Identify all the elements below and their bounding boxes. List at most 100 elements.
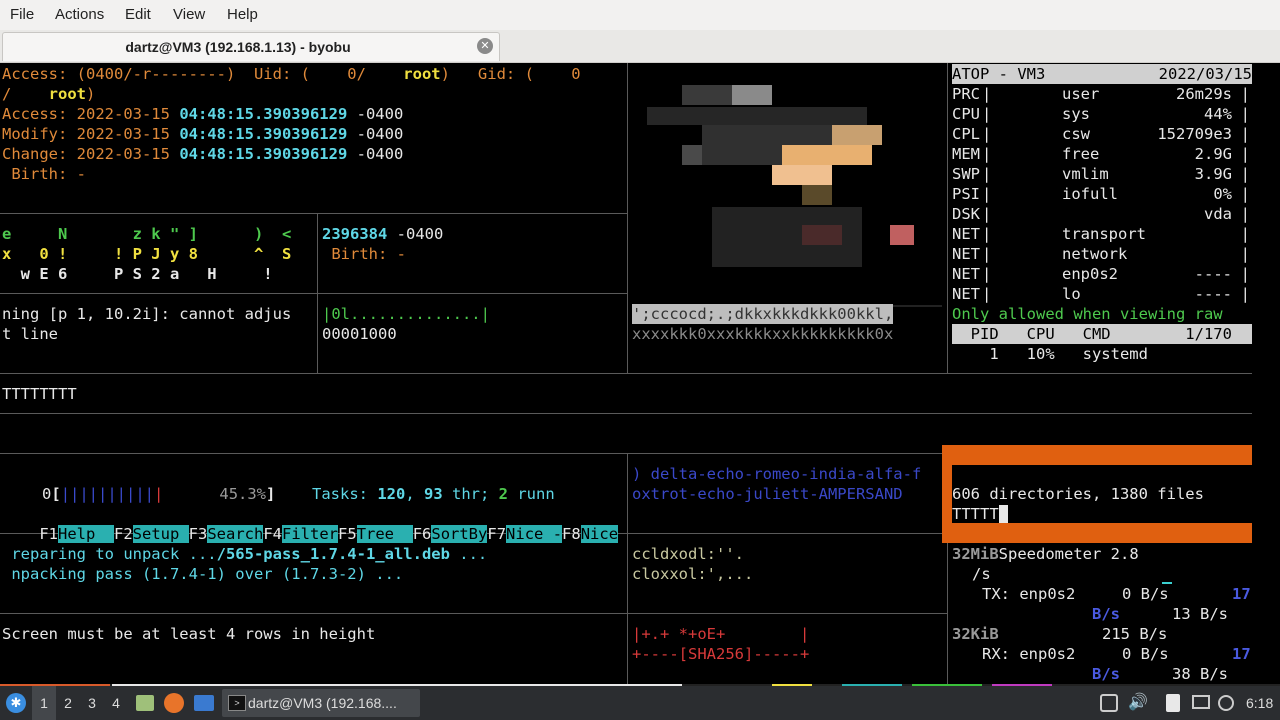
taskbar-window-title: dartz@VM3 (192.168.... [248, 695, 397, 711]
terminal-tab[interactable]: dartz@VM3 (192.168.1.13) - byobu ✕ [2, 32, 500, 61]
menu-view[interactable]: View [173, 6, 205, 23]
atop-row-key: PSI [952, 185, 980, 203]
atop-row-value: vda [1204, 205, 1232, 223]
stat-access-line: Access: 2022-03-15 04:48:15.390396129 -0… [2, 105, 404, 123]
start-menu-icon[interactable]: ✱ [6, 693, 26, 713]
network-icon[interactable] [1100, 694, 1118, 712]
pane-divider [0, 613, 948, 614]
speedometer-header: 32MiBSpeedometer 2.8 [952, 545, 1139, 563]
speed-rx-peak-unit: B/s [1092, 665, 1120, 683]
stat-access-perm: Access: (0400/-r--------) Uid: ( 0/ root… [2, 65, 581, 83]
atop-row-label: lo [1062, 285, 1081, 303]
error-line-2: t line [2, 325, 58, 343]
phonetic-line-1: ) delta-echo-romeo-india-alfa-f [632, 465, 922, 483]
clipboard-icon[interactable] [1166, 694, 1180, 712]
terminal-icon: > [228, 695, 246, 711]
atop-row-key: PRC [952, 85, 980, 103]
fkey-f3[interactable]: F3Search [189, 525, 264, 543]
display-icon[interactable] [1192, 695, 1210, 709]
atop-row-key: NET [952, 265, 980, 283]
firefox-icon[interactable] [164, 693, 184, 713]
htop-tasks: Tasks: 120, 93 thr; 2 runn [312, 485, 555, 503]
atop-row-key: MEM [952, 145, 980, 163]
fkey-f4[interactable]: F4Filter [263, 525, 339, 543]
atop-row-value: 26m29s [1176, 85, 1232, 103]
menubar: File Actions Edit View Help [0, 0, 1280, 31]
fkey-f8[interactable]: F8Nice [562, 525, 619, 543]
atop-row-value: 44% [1204, 105, 1232, 123]
menu-help[interactable]: Help [227, 6, 258, 23]
pane-divider [0, 453, 942, 454]
ascii-art-image [632, 85, 942, 307]
atop-row-label: network [1062, 245, 1128, 263]
menu-actions[interactable]: Actions [55, 6, 104, 23]
stat2-time-line: 2396384 -0400 [322, 225, 444, 243]
hexdump-line-2: 00001000 [322, 325, 397, 343]
atop-row-label: vmlim [1062, 165, 1109, 183]
fkey-f6[interactable]: F6SortBy [413, 525, 488, 543]
tree-summary: 606 directories, 1380 files [952, 485, 1204, 503]
glyph-line-3: w E 6 P S 2 a H ! [2, 265, 273, 283]
pane-divider [627, 453, 628, 685]
menu-edit[interactable]: Edit [125, 6, 151, 23]
workspace-1[interactable]: 1 [34, 695, 54, 711]
file-manager-icon[interactable] [136, 695, 154, 711]
speed-mid-scale: 32KiB [952, 625, 999, 643]
stat-birth-line: Birth: - [2, 165, 86, 183]
ascii-art-line-2: xxxxkkk0xxxkkkkxxkkkkkkkkk0x [632, 325, 894, 343]
terminal-area[interactable]: Access: (0400/-r--------) Uid: ( 0/ root… [0, 63, 1280, 685]
workspace-3[interactable]: 3 [82, 695, 102, 711]
atop-row: PSI | iofull 0% | [952, 185, 1250, 203]
menu-file[interactable]: File [10, 6, 34, 23]
atop-row-value: 2.9G [1194, 145, 1232, 163]
glyph-line-2: x 0 ! ! P J y 8 ^ S [2, 245, 292, 263]
atop-row-value: 152709e3 [1157, 125, 1232, 143]
atop-row-label: iofull [1062, 185, 1118, 203]
atop-row-key: CPU [952, 105, 980, 123]
htop-cpu-meter: 0[||||||||||| 45.3%] [42, 485, 276, 503]
pane-divider [0, 413, 1252, 414]
sha-art-line-2: +----[SHA256]-----+ [632, 645, 810, 663]
atop-row-value: ---- [1194, 265, 1232, 283]
taskbar-window-button[interactable]: > dartz@VM3 (192.168.... [222, 689, 420, 717]
fkey-f1[interactable]: F1Help [39, 525, 114, 543]
speed-tx-peak: 17 [1232, 585, 1251, 603]
atop-row: CPL | csw 152709e3 | [952, 125, 1250, 143]
stat-gid-line: / root) [2, 85, 96, 103]
atop-proc-header: PID CPU CMD 1/170 [952, 324, 1252, 344]
speed-rx: RX: enp0s2 0 B/s [982, 645, 1169, 663]
volume-icon[interactable]: 🔊 [1128, 692, 1148, 712]
fkey-f7[interactable]: F7Nice - [487, 525, 563, 543]
fkey-f5[interactable]: F5Tree [338, 525, 413, 543]
atop-row-label: free [1062, 145, 1100, 163]
atop-row-label: sys [1062, 105, 1090, 123]
tab-title: dartz@VM3 (192.168.1.13) - byobu [125, 39, 351, 55]
power-icon[interactable] [1218, 695, 1234, 711]
stat2-birth-line: Birth: - [322, 245, 406, 263]
atop-row: NET | transport | [952, 225, 1250, 243]
speed-rx-avg: 38 B/s [1172, 665, 1228, 683]
workspace-2[interactable]: 2 [58, 695, 78, 711]
clock: 6:18 [1246, 695, 1274, 711]
close-tab-icon[interactable]: ✕ [477, 38, 493, 54]
atop-header: ATOP - VM3 2022/03/15 [952, 64, 1252, 84]
workspace-4[interactable]: 4 [106, 695, 126, 711]
atop-row: CPU | sys 44% | [952, 105, 1250, 123]
atop-note: Only allowed when viewing raw [952, 305, 1223, 323]
tab-bar: dartz@VM3 (192.168.1.13) - byobu ✕ [0, 30, 1280, 63]
desktop-icon[interactable] [194, 695, 214, 711]
glyph-line-1: e N z k " ] ) < [2, 225, 292, 243]
pane-divider [0, 293, 628, 294]
atop-row-key: NET [952, 245, 980, 263]
speed-tx-avg: 13 B/s [1172, 605, 1228, 623]
screen-message: Screen must be at least 4 rows in height [2, 625, 376, 643]
pane-divider [947, 63, 948, 373]
atop-row-label: user [1062, 85, 1100, 103]
pane-divider [947, 533, 948, 685]
cc-line-1: ccldxodl:''. [632, 545, 744, 563]
atop-row-key: CPL [952, 125, 980, 143]
apt-line-2: npacking pass (1.7.4-1) over (1.7.3-2) .… [2, 565, 404, 583]
atop-row: NET | network | [952, 245, 1250, 263]
stat-change-line: Change: 2022-03-15 04:48:15.390396129 -0… [2, 145, 404, 163]
fkey-f2[interactable]: F2Setup [114, 525, 189, 543]
